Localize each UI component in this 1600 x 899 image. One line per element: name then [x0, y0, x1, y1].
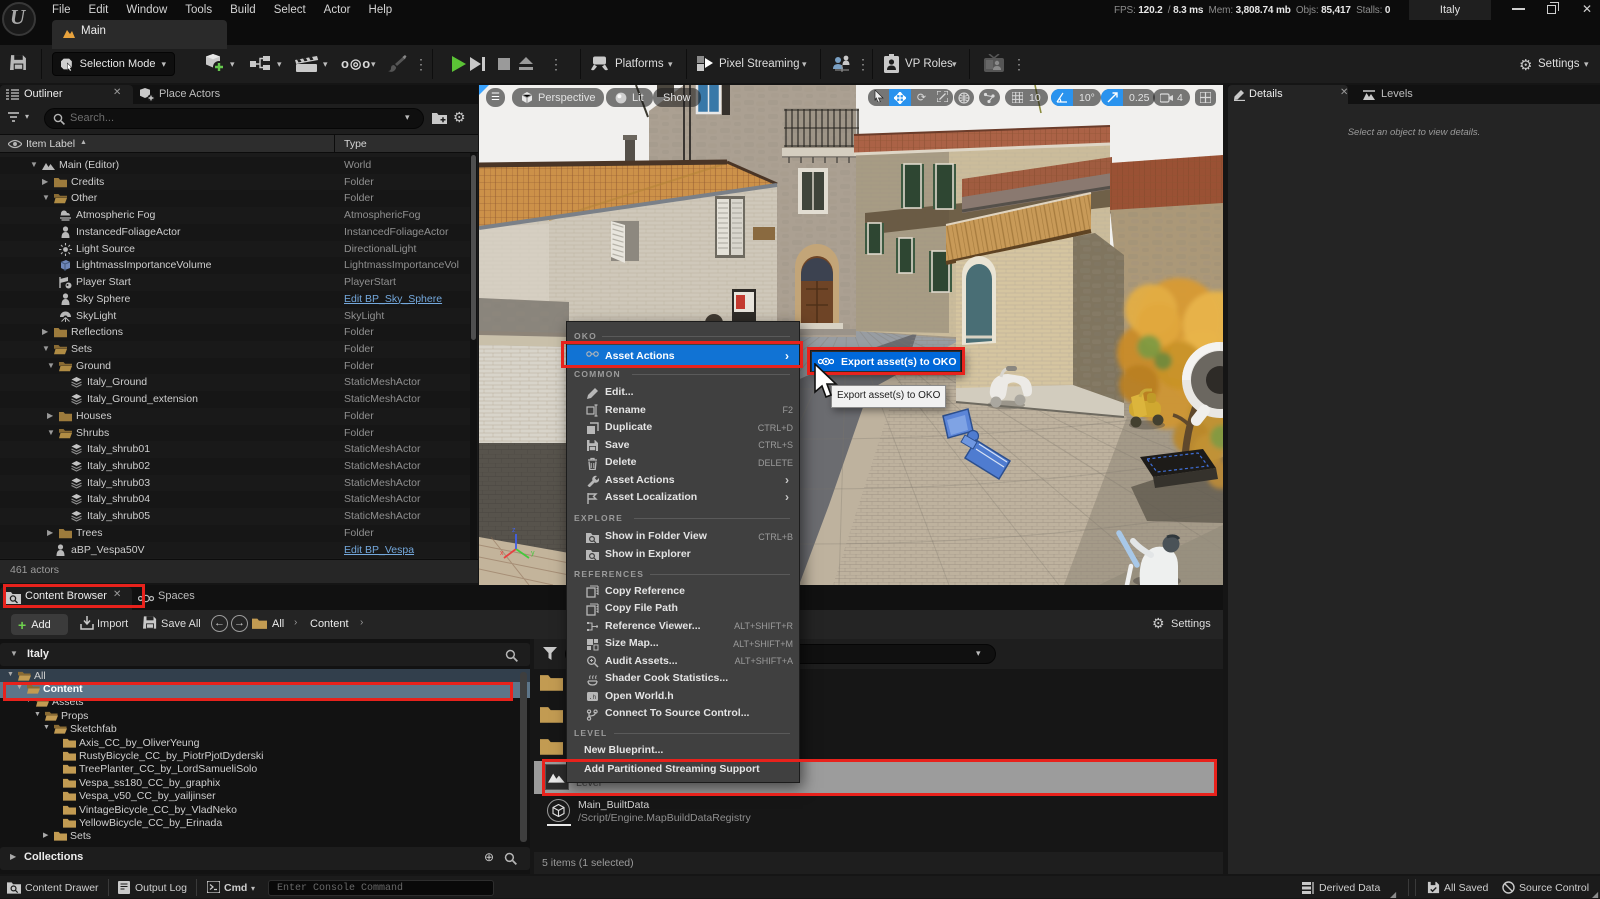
svg-text:y: y [531, 550, 535, 557]
svg-text:z: z [512, 527, 516, 534]
svg-text:.h: .h [589, 694, 597, 701]
svg-text:x: x [500, 550, 504, 557]
